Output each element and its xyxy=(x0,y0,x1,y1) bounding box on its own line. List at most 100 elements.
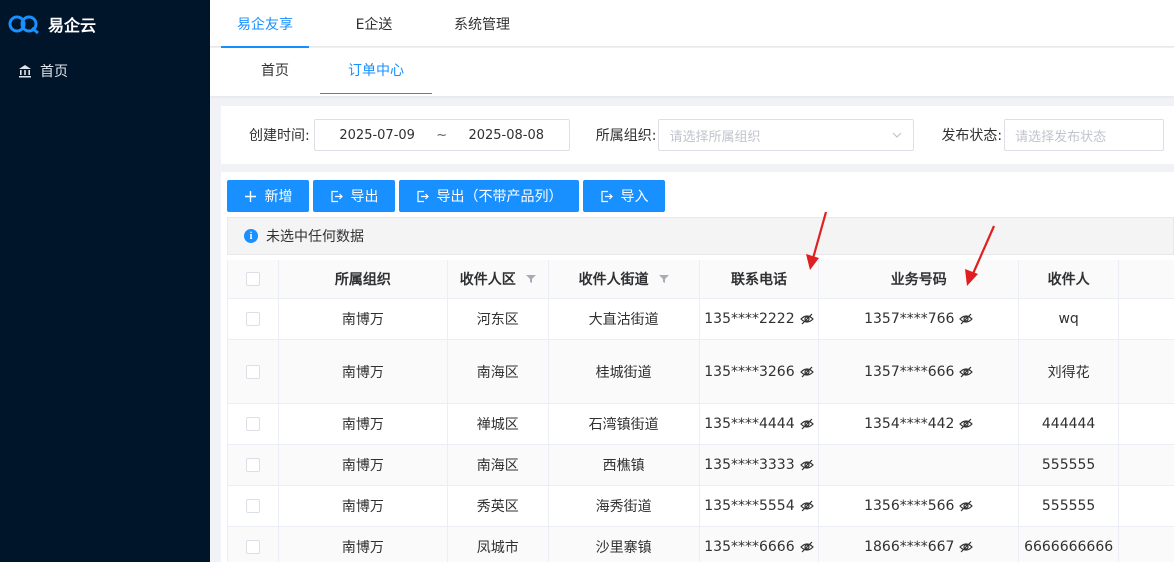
cell-biz-number: 1356****566 xyxy=(819,486,1020,526)
main-panel: 新增 导出 导出（不带产品列） 导入 i 未选中任何数据 所属组织 收件人区 收 xyxy=(221,172,1174,562)
row-checkbox[interactable] xyxy=(245,540,260,554)
cell-extra xyxy=(1119,445,1174,485)
eye-off-icon[interactable] xyxy=(799,418,814,430)
cell-recipient: 6666666666 xyxy=(1019,527,1120,562)
add-button-label: 新增 xyxy=(264,189,293,205)
eye-off-icon[interactable] xyxy=(959,418,974,430)
bank-icon xyxy=(19,65,31,78)
tab-yiqi-youxiang[interactable]: 易企友享 xyxy=(221,0,309,48)
phone-value: 135****4444 xyxy=(704,416,795,432)
cell-extra xyxy=(1119,340,1174,403)
cell-biz-number: 1357****766 xyxy=(819,299,1020,339)
table-row[interactable]: 南博万 南海区 西樵镇 135****3333 555555 xyxy=(228,445,1174,486)
cell-org: 南博万 xyxy=(279,299,448,339)
export-button[interactable]: 导出 xyxy=(313,180,395,212)
sidebar-item-label: 首页 xyxy=(40,64,68,80)
cell-org: 南博万 xyxy=(279,527,448,562)
date-end[interactable]: 2025-08-08 xyxy=(468,128,544,143)
filter-bar: 创建时间: 2025-07-09 ~ 2025-08-08 所属组织: 请选择所… xyxy=(221,106,1174,164)
add-button[interactable]: 新增 xyxy=(227,180,309,212)
cell-street: 石湾镇街道 xyxy=(549,404,700,444)
row-checkbox[interactable] xyxy=(245,458,260,472)
header-recipient[interactable]: 收件人 xyxy=(1019,260,1120,298)
org-placeholder: 请选择所属组织 xyxy=(669,129,761,145)
cell-org: 南博万 xyxy=(279,404,448,444)
status-placeholder: 请选择发布状态 xyxy=(1015,129,1107,145)
sidebar-item-home[interactable]: 首页 xyxy=(0,48,210,94)
eye-off-icon[interactable] xyxy=(799,366,814,378)
cell-district: 秀英区 xyxy=(448,486,549,526)
eye-off-icon[interactable] xyxy=(799,541,814,553)
header-extra xyxy=(1119,260,1174,298)
tab-order-center[interactable]: 订单中心 xyxy=(320,48,432,94)
cell-district: 河东区 xyxy=(448,299,549,339)
row-checkbox[interactable] xyxy=(245,499,260,513)
status-select[interactable]: 请选择发布状态 xyxy=(1004,119,1165,151)
tab-e-qisong[interactable]: E企送 xyxy=(309,0,439,47)
row-checkbox[interactable] xyxy=(245,364,260,379)
cell-street: 海秀街道 xyxy=(549,486,700,526)
header-district[interactable]: 收件人区 xyxy=(448,260,549,298)
table-row[interactable]: 南博万 南海区 桂城街道 135****3266 1357****666 刘得花 xyxy=(228,340,1174,404)
cell-phone: 135****5554 xyxy=(700,486,820,526)
date-range-picker[interactable]: 2025-07-09 ~ 2025-08-08 xyxy=(313,119,570,151)
table-row[interactable]: 南博万 河东区 大直沽街道 135****2222 1357****766 wq xyxy=(228,299,1174,340)
sidebar: 易企云 首页 xyxy=(0,0,210,562)
row-select-cell xyxy=(228,527,279,562)
plus-icon xyxy=(244,190,256,202)
table-row[interactable]: 南博万 凤城市 沙里寨镇 135****6666 1866****667 66666666… xyxy=(228,527,1174,562)
eye-off-icon[interactable] xyxy=(799,313,814,325)
phone-value: 135****3333 xyxy=(704,457,795,473)
header-street[interactable]: 收件人街道 xyxy=(549,260,700,298)
row-select-cell xyxy=(228,404,279,444)
table-header: 所属组织 收件人区 收件人街道 联系电话 业务号码 收件人 xyxy=(228,260,1174,299)
header-street-label: 收件人街道 xyxy=(578,272,649,288)
org-label: 所属组织: xyxy=(595,128,657,144)
biz-value: 1354****442 xyxy=(864,416,955,432)
header-select-cell xyxy=(228,260,279,298)
table-row[interactable]: 南博万 秀英区 海秀街道 135****5554 1356****566 555555 xyxy=(228,486,1174,527)
export-icon xyxy=(416,190,429,202)
table-body: 南博万 河东区 大直沽街道 135****2222 1357****766 wq 南博万 南海… xyxy=(228,299,1174,562)
cell-org: 南博万 xyxy=(279,445,448,485)
cell-biz-number: 1866****667 xyxy=(819,527,1020,562)
cell-phone: 135****3266 xyxy=(700,340,820,403)
import-button[interactable]: 导入 xyxy=(583,180,665,212)
eye-off-icon[interactable] xyxy=(959,366,974,378)
selection-alert: i 未选中任何数据 xyxy=(227,217,1174,255)
cell-recipient: 444444 xyxy=(1019,404,1120,444)
tab-home[interactable]: 首页 xyxy=(230,48,320,92)
cell-phone: 135****3333 xyxy=(700,445,820,485)
cell-org: 南博万 xyxy=(279,340,448,403)
header-phone[interactable]: 联系电话 xyxy=(700,260,820,298)
selection-alert-text: 未选中任何数据 xyxy=(266,229,364,245)
export-no-product-button[interactable]: 导出（不带产品列） xyxy=(399,180,579,212)
logo-icon xyxy=(8,15,39,34)
import-button-label: 导入 xyxy=(620,189,649,205)
select-all-checkbox[interactable] xyxy=(245,272,260,286)
export-no-product-label: 导出（不带产品列） xyxy=(436,189,563,205)
tab-system-management[interactable]: 系统管理 xyxy=(439,0,525,47)
table-row[interactable]: 南博万 禅城区 石湾镇街道 135****4444 1354****442 444444 xyxy=(228,404,1174,445)
filter-icon[interactable] xyxy=(525,274,536,284)
cell-extra xyxy=(1119,527,1174,562)
date-start[interactable]: 2025-07-09 xyxy=(339,128,415,143)
header-org[interactable]: 所属组织 xyxy=(279,260,448,298)
eye-off-icon[interactable] xyxy=(959,500,974,512)
biz-value: 1866****667 xyxy=(864,539,955,555)
row-select-cell xyxy=(228,486,279,526)
phone-value: 135****2222 xyxy=(704,311,795,327)
eye-off-icon[interactable] xyxy=(799,500,814,512)
eye-off-icon[interactable] xyxy=(799,459,814,471)
app-logo[interactable]: 易企云 xyxy=(0,0,210,48)
eye-off-icon[interactable] xyxy=(959,541,974,553)
export-button-label: 导出 xyxy=(350,189,379,205)
cell-recipient: wq xyxy=(1019,299,1120,339)
org-select[interactable]: 请选择所属组织 xyxy=(658,119,915,151)
eye-off-icon[interactable] xyxy=(959,313,974,325)
row-checkbox[interactable] xyxy=(245,312,260,326)
filter-icon[interactable] xyxy=(658,274,669,284)
cell-district: 南海区 xyxy=(448,340,549,403)
row-checkbox[interactable] xyxy=(245,417,260,431)
header-biz-number[interactable]: 业务号码 xyxy=(819,260,1020,298)
